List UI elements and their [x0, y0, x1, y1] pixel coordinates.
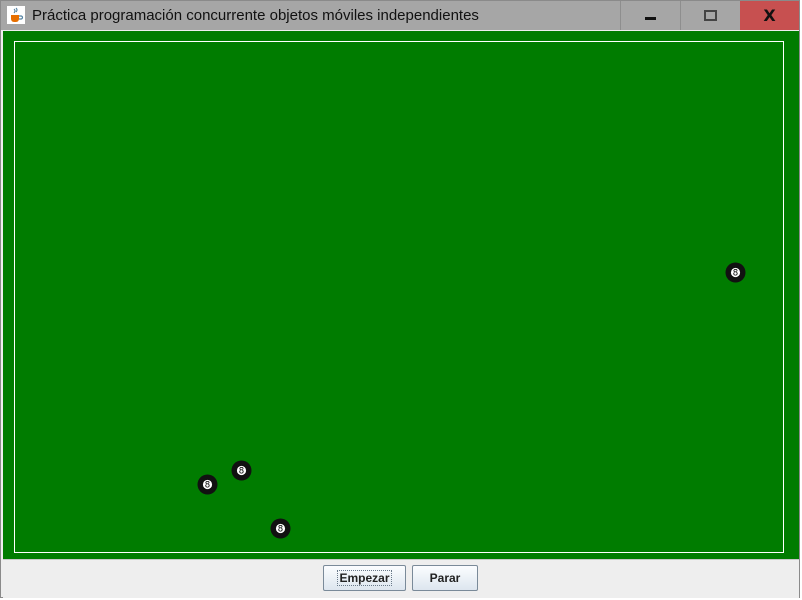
eight-ball-icon: 8: [725, 262, 746, 283]
app-window: Práctica programación concurrente objeto…: [0, 0, 800, 598]
ball-number: 8: [733, 269, 738, 279]
minimize-button[interactable]: [620, 1, 680, 30]
eight-ball-icon: 8: [231, 460, 252, 481]
ball-number: 8: [205, 481, 210, 491]
maximize-button[interactable]: [680, 1, 740, 30]
close-icon: X: [763, 6, 776, 25]
stop-button[interactable]: Parar: [412, 565, 478, 591]
maximize-icon: [704, 10, 717, 21]
table-border-line: [14, 41, 784, 553]
start-button-label: Empezar: [337, 570, 392, 586]
billiard-table-canvas[interactable]: 8 8 8 8: [3, 31, 799, 559]
ball-number: 8: [278, 525, 283, 535]
java-cup-icon: [7, 6, 25, 24]
close-button[interactable]: X: [740, 1, 799, 30]
button-panel: Empezar Parar: [3, 559, 799, 598]
eight-ball-icon: 8: [197, 474, 218, 495]
start-button[interactable]: Empezar: [323, 565, 406, 591]
title-bar[interactable]: Práctica programación concurrente objeto…: [1, 1, 799, 30]
window-title: Práctica programación concurrente objeto…: [32, 7, 479, 24]
eight-ball-icon: 8: [270, 518, 291, 539]
ball-number: 8: [239, 467, 244, 477]
minimize-icon: [645, 17, 656, 20]
